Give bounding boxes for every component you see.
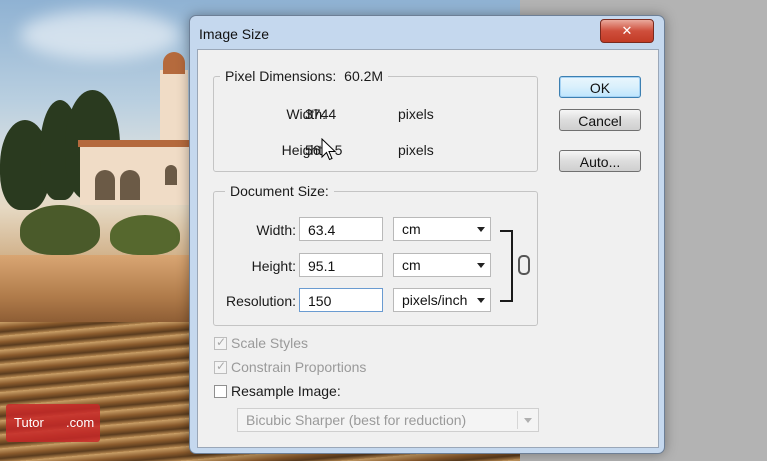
- close-icon: ✕: [621, 23, 633, 38]
- doc-width-input[interactable]: 63.4: [299, 217, 383, 241]
- checkmark-icon: ✓: [216, 335, 227, 349]
- close-button[interactable]: ✕: [600, 19, 654, 43]
- doc-width-unit-select[interactable]: cm: [393, 217, 491, 241]
- chevron-down-icon: [477, 227, 485, 232]
- title-bar[interactable]: Image Size ✕: [190, 16, 664, 46]
- doc-height-unit-select[interactable]: cm: [393, 253, 491, 277]
- document-size-legend: Document Size:: [225, 183, 334, 199]
- resample-method-select[interactable]: Bicubic Sharper (best for reduction): [237, 408, 539, 432]
- resample-image-label: Resample Image:: [231, 383, 341, 399]
- resample-image-checkbox[interactable]: [214, 385, 227, 398]
- doc-height-input[interactable]: 95.1: [299, 253, 383, 277]
- auto-button[interactable]: Auto...: [559, 150, 641, 172]
- cancel-button[interactable]: Cancel: [559, 109, 641, 131]
- resolution-input[interactable]: 150: [299, 288, 383, 312]
- constrain-proportions-label: Constrain Proportions: [231, 359, 367, 375]
- chevron-down-icon: [524, 418, 532, 423]
- scale-styles-label: Scale Styles: [231, 335, 309, 351]
- ok-button[interactable]: OK: [559, 76, 641, 98]
- checkmark-icon: ✓: [216, 359, 227, 373]
- dialog-body: Pixel Dimensions: 60.2M Width: 3744 pixe…: [197, 49, 659, 448]
- doc-height-label: Height:: [251, 258, 296, 274]
- resolution-unit-select[interactable]: pixels/inch: [393, 288, 491, 312]
- doc-width-label: Width:: [256, 222, 296, 238]
- pixel-height-unit: pixels: [398, 142, 434, 158]
- chain-link-icon: [518, 255, 530, 275]
- doc-width-unit-value: cm: [402, 221, 421, 237]
- resample-method-value: Bicubic Sharper (best for reduction): [246, 412, 467, 428]
- pixel-dimensions-size: 60.2M: [344, 68, 384, 84]
- chevron-down-icon: [477, 263, 485, 268]
- pixel-width-value: 3744: [305, 106, 337, 122]
- resolution-unit-value: pixels/inch: [402, 292, 468, 308]
- pixel-dimensions-legend: Pixel Dimensions: 60.2M: [220, 68, 389, 84]
- pixel-width-unit: pixels: [398, 106, 434, 122]
- constrain-proportions-checkbox[interactable]: ✓: [214, 359, 227, 374]
- watermark-left: Tutor: [14, 415, 44, 430]
- doc-height-unit-value: cm: [402, 257, 421, 273]
- constrain-bracket: [500, 230, 513, 302]
- dialog-title: Image Size: [199, 26, 270, 42]
- watermark-right: .com: [66, 415, 95, 430]
- chevron-down-icon: [477, 298, 485, 303]
- scale-styles-checkbox[interactable]: ✓: [214, 335, 227, 350]
- image-size-dialog: Image Size ✕ Pixel Dimensions: 60.2M Wid…: [189, 15, 665, 454]
- mouse-pointer-icon: [321, 138, 337, 161]
- watermark-logo: Tutor .com: [6, 404, 100, 442]
- resolution-label: Resolution:: [225, 293, 296, 309]
